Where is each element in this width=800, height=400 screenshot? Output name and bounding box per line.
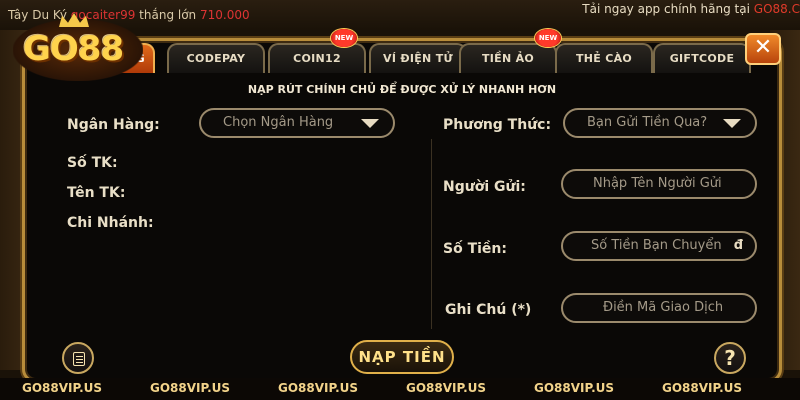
deposit-button[interactable]: NẠP TIỀN [350,340,454,374]
tab-coin12-label: COIN12 [293,52,341,65]
footer-site-label: GO88VIP.US [278,381,359,395]
sender-label: Người Gửi: [443,179,526,195]
go88-logo: GO88 [13,13,143,81]
tab-e-wallet[interactable]: VÍ ĐIỆN TỬ [369,43,467,73]
logo-text: GO88 [23,29,124,69]
tab-coin12[interactable]: COIN12 [268,43,366,73]
note-label: Ghi Chú (*) [445,302,532,318]
bank-select-value: Chọn Ngân Hàng [223,115,334,130]
amount-placeholder: Số Tiền Bạn Chuyển [591,238,722,253]
method-label: Phương Thức: [443,117,552,133]
bank-select[interactable]: Chọn Ngân Hàng [199,108,395,138]
footer-site-label: GO88VIP.US [406,381,487,395]
tab-crypto-label: TIỀN ẢO [481,52,535,65]
account-number-label: Số TK: [67,155,118,171]
note-input[interactable]: Điền Mã Giao Dịch [561,293,757,323]
bank-label: Ngân Hàng: [67,117,160,133]
chevron-down-icon [723,119,741,128]
new-badge: NEW [535,29,561,47]
branch-label: Chi Nhánh: [67,215,154,231]
close-button[interactable]: ✕ [745,33,781,65]
tab-scratch-card[interactable]: THẺ CÀO [555,43,653,73]
chevron-down-icon [361,119,379,128]
tab-crypto[interactable]: TIỀN ẢO [459,43,557,73]
currency-suffix: đ [733,238,743,253]
footer-site-label: GO88VIP.US [662,381,743,395]
app-download-notice[interactable]: Tải ngay app chính hãng tại GO88.C [582,2,800,16]
footer-site-label: GO88VIP.US [22,381,103,395]
footer-site-label: GO88VIP.US [150,381,231,395]
footer-site-label: GO88VIP.US [534,381,615,395]
method-select[interactable]: Bạn Gửi Tiền Qua? [563,108,757,138]
method-select-value: Bạn Gửi Tiền Qua? [587,115,708,130]
history-button[interactable] [62,342,94,374]
sender-input[interactable]: Nhập Tên Người Gửi [561,169,757,199]
new-badge: NEW [331,29,357,47]
footer-watermark: GO88VIP.US GO88VIP.US GO88VIP.US GO88VIP… [0,378,800,400]
tab-codepay[interactable]: CODEPAY [167,43,265,73]
help-button[interactable]: ? [714,342,746,374]
notice-text: NẠP RÚT CHÍNH CHỦ ĐỂ ĐƯỢC XỬ LÝ NHANH HƠ… [247,83,557,96]
column-divider [431,139,432,329]
account-name-label: Tên TK: [67,185,126,201]
deposit-modal: NG CODEPAY COIN12 NEW VÍ ĐIỆN TỬ TIỀN ẢO… [13,13,782,383]
amount-label: Số Tiền: [443,241,507,257]
list-icon [73,352,85,366]
tab-giftcode[interactable]: GIFTCODE [653,43,751,73]
amount-input[interactable]: Số Tiền Bạn Chuyển đ [561,231,757,261]
